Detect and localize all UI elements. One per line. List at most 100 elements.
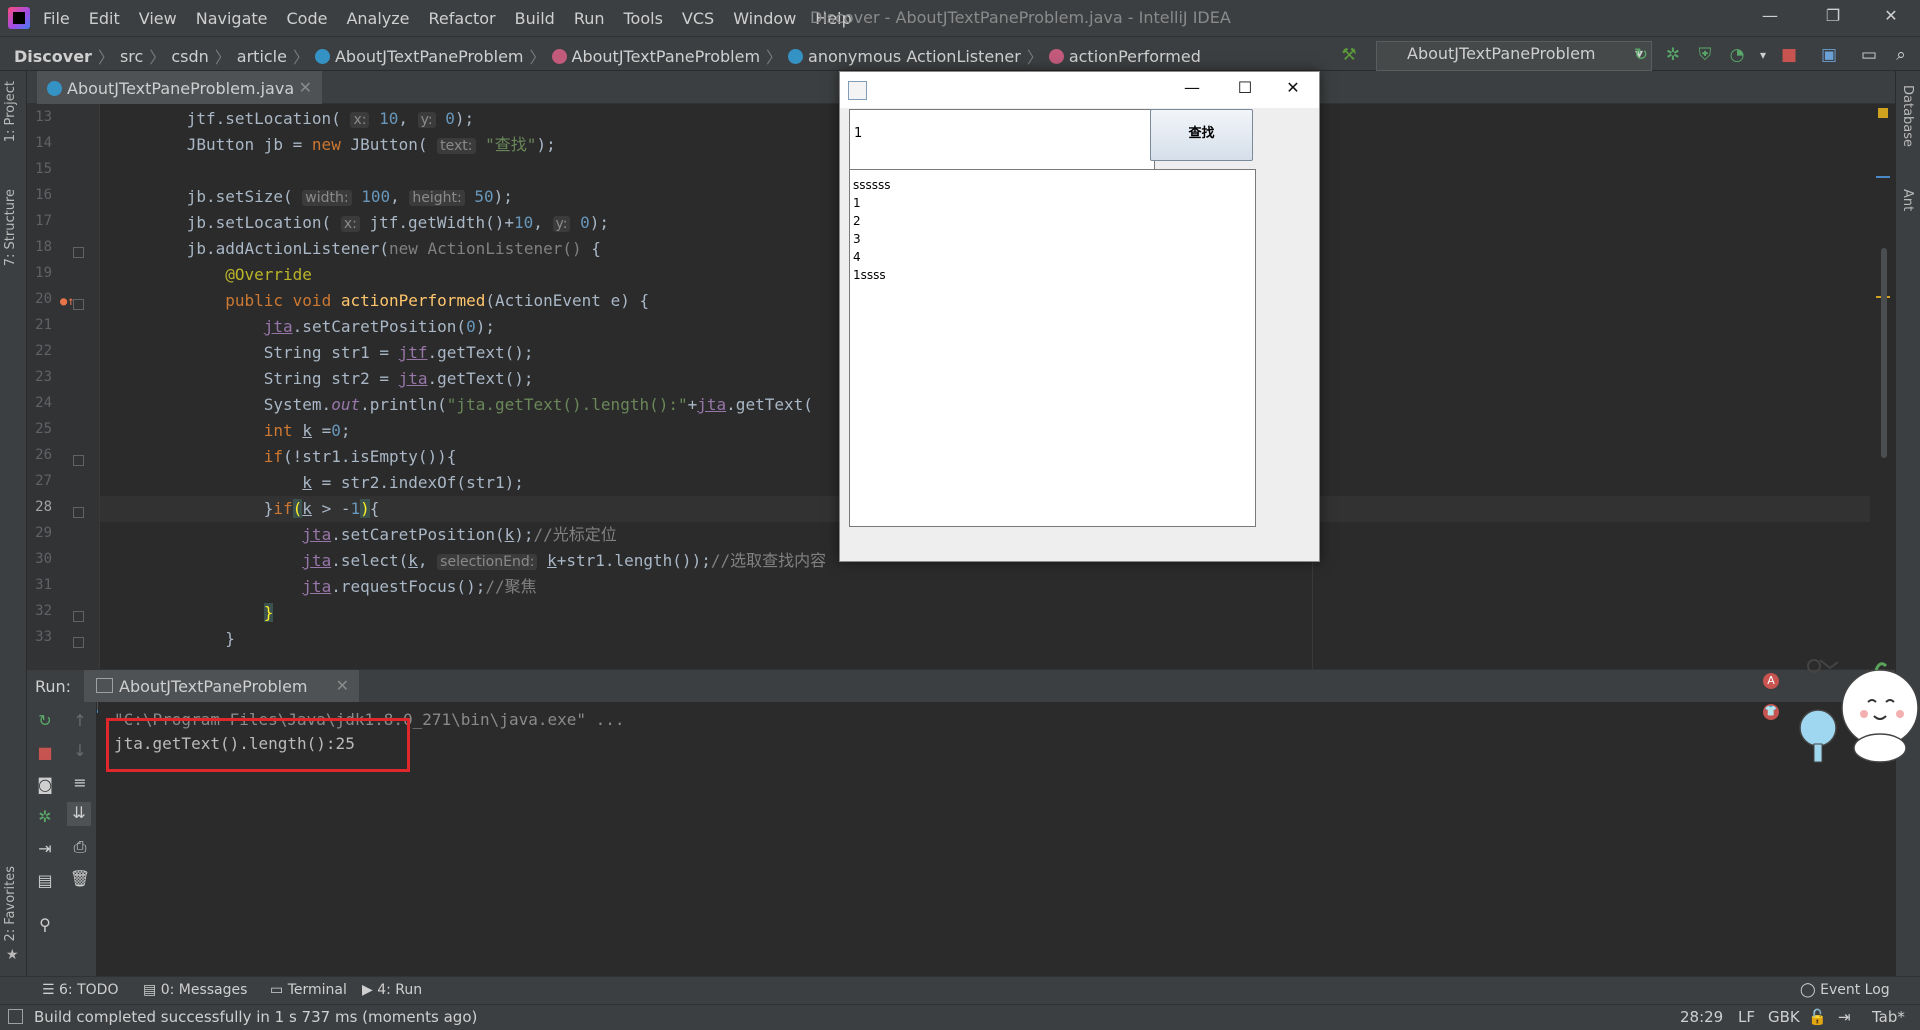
tab-project[interactable]: 1: Project [3, 81, 18, 142]
star-icon: ★ [6, 947, 19, 963]
indent-setting[interactable]: Tab* [1872, 1008, 1905, 1026]
tab-ant[interactable]: Ant [1900, 189, 1915, 211]
stop-icon[interactable]: ■ [34, 742, 56, 764]
fold-icon[interactable] [73, 637, 84, 648]
menu-code[interactable]: Code [287, 9, 328, 28]
event-log-button[interactable]: ◯ Event Log [1800, 982, 1890, 998]
event-log-label: Event Log [1820, 982, 1890, 998]
indent-icon[interactable]: ⇥ [1838, 1008, 1851, 1026]
line-number: 26 [35, 447, 52, 463]
line-number: 15 [35, 161, 52, 177]
close-run-tab-icon[interactable]: ✕ [336, 676, 349, 695]
minimize-icon[interactable]: — [1755, 6, 1785, 30]
text-area-line: 3 [853, 232, 861, 246]
shirt-icon[interactable]: 👕 [1763, 704, 1779, 720]
lock-icon[interactable]: 🔓 [1808, 1008, 1827, 1026]
tab-database[interactable]: Database [1900, 85, 1915, 147]
find-button[interactable]: 查找 [1150, 109, 1253, 161]
swing-minimize-icon[interactable]: — [1172, 78, 1212, 102]
breadcrumb-method[interactable]: actionPerformed [1048, 47, 1201, 66]
breadcrumb-csdn[interactable]: csdn [171, 47, 208, 66]
close-tab-icon[interactable]: ✕ [299, 78, 312, 97]
breadcrumb-src[interactable]: src [120, 47, 143, 66]
editor-scrollbar[interactable] [1881, 248, 1887, 458]
soft-wrap-icon[interactable]: ≡ [69, 772, 91, 794]
menu-vcs[interactable]: VCS [682, 9, 714, 28]
menu-edit[interactable]: Edit [89, 9, 120, 28]
status-message[interactable]: Build completed successfully in 1 s 737 … [34, 1008, 477, 1026]
pin-icon[interactable]: ⚲ [34, 914, 56, 936]
run-panel-header: Run: AboutJTextPaneProblem ✕ [27, 669, 1895, 713]
tab-todo[interactable]: ☰ 6: TODO [42, 982, 118, 998]
swing-app-window: — ☐ ✕ 1 查找 ssssss 1 2 3 4 1ssss [839, 71, 1320, 562]
tab-messages[interactable]: ▤ 0: Messages [143, 982, 247, 998]
exit-icon[interactable]: ⇥ [34, 838, 56, 860]
breadcrumb-project[interactable]: Discover [14, 47, 92, 66]
menu-view[interactable]: View [139, 9, 177, 28]
restore-icon[interactable]: ❐ [1818, 6, 1848, 30]
swing-close-icon[interactable]: ✕ [1273, 78, 1313, 102]
swing-title-bar[interactable]: — ☐ ✕ [840, 72, 1319, 108]
navigation-bar: Discover 〉 src 〉 csdn 〉 article 〉 AboutJ… [0, 36, 1920, 71]
line-separator[interactable]: LF [1738, 1008, 1755, 1026]
profile-icon[interactable]: ◔ [1726, 44, 1748, 66]
ime-a-icon[interactable]: A [1763, 673, 1779, 689]
caret-position[interactable]: 28:29 [1680, 1008, 1723, 1026]
status-toggle-icon[interactable] [8, 1009, 23, 1024]
breadcrumb-listener-label: anonymous ActionListener [808, 46, 1021, 66]
swing-maximize-icon[interactable]: ☐ [1225, 78, 1265, 102]
menu-run[interactable]: Run [574, 9, 605, 28]
debug-bug-icon[interactable]: ✲ [34, 806, 56, 828]
line-number: 29 [35, 525, 52, 541]
rerun-icon[interactable]: ↻ [34, 710, 56, 732]
text-area[interactable]: ssssss 1 2 3 4 1ssss [849, 169, 1256, 527]
build-hammer-icon[interactable]: ⚒ [1338, 44, 1360, 66]
tab-structure[interactable]: 7: Structure [3, 189, 18, 266]
fold-icon[interactable] [73, 299, 84, 310]
inspection-warning-icon[interactable] [1878, 108, 1888, 118]
menu-analyze[interactable]: Analyze [346, 9, 409, 28]
stop-icon[interactable]: ■ [1778, 44, 1800, 66]
code-line-33: } [100, 629, 235, 648]
menu-file[interactable]: File [43, 9, 70, 28]
fold-icon[interactable] [73, 611, 84, 622]
menu-build[interactable]: Build [515, 9, 555, 28]
layout-icon[interactable]: ▭ [1858, 44, 1880, 66]
project-structure-icon[interactable]: ▣ [1818, 44, 1840, 66]
scroll-to-end-icon[interactable]: ⇊ [67, 802, 91, 826]
menu-refactor[interactable]: Refactor [429, 9, 496, 28]
tab-run[interactable]: ▶ 4: Run [362, 982, 422, 998]
breadcrumb-file[interactable]: AboutJTextPaneProblem [314, 47, 524, 66]
menu-window[interactable]: Window [733, 9, 796, 28]
close-icon[interactable]: ✕ [1876, 6, 1906, 30]
breadcrumb-article[interactable]: article [237, 47, 287, 66]
menu-navigate[interactable]: Navigate [196, 9, 268, 28]
print-icon[interactable]: ⎙ [69, 836, 91, 858]
camera-icon[interactable]: ◙ [34, 774, 56, 796]
fold-icon[interactable] [73, 455, 84, 466]
code-line-30: jta.select(k, selectionEnd: k+str1.lengt… [302, 551, 827, 570]
arrow-up-icon[interactable]: ↑ [69, 710, 91, 732]
fold-icon[interactable] [73, 507, 84, 518]
menu-tools[interactable]: Tools [624, 9, 663, 28]
more-run-chevron-icon[interactable]: ▾ [1752, 44, 1774, 66]
fold-icon[interactable] [73, 247, 84, 258]
debug-icon[interactable]: ✲ [1662, 44, 1684, 66]
tab-terminal[interactable]: ▭ Terminal [270, 982, 347, 998]
trash-icon[interactable]: 🗑 [69, 868, 91, 890]
breadcrumb-sep-icon: 〉 [529, 48, 546, 67]
rerun-icon[interactable]: ↻ [1630, 44, 1652, 66]
breadcrumb-class[interactable]: AboutJTextPaneProblem [551, 47, 760, 66]
breadcrumb-listener[interactable]: anonymous ActionListener [788, 47, 1021, 66]
tab-favorites[interactable]: 2: Favorites [3, 866, 18, 942]
arrow-down-icon[interactable]: ↓ [69, 740, 91, 762]
run-configuration-select[interactable]: AboutJTextPaneProblem ▾ [1376, 41, 1652, 71]
layout-icon[interactable]: ▤ [34, 870, 56, 892]
file-encoding[interactable]: GBK [1768, 1008, 1800, 1026]
line-number: 19 [35, 265, 52, 281]
search-icon[interactable]: ⌕ [1890, 44, 1912, 66]
console-output[interactable]: "C:\Program Files\Java\jdk1.8.0_271\bin\… [98, 702, 1895, 976]
coverage-icon[interactable]: ⛨ [1694, 44, 1716, 66]
search-text-field[interactable]: 1 [849, 109, 1155, 177]
console-icon [96, 678, 113, 693]
